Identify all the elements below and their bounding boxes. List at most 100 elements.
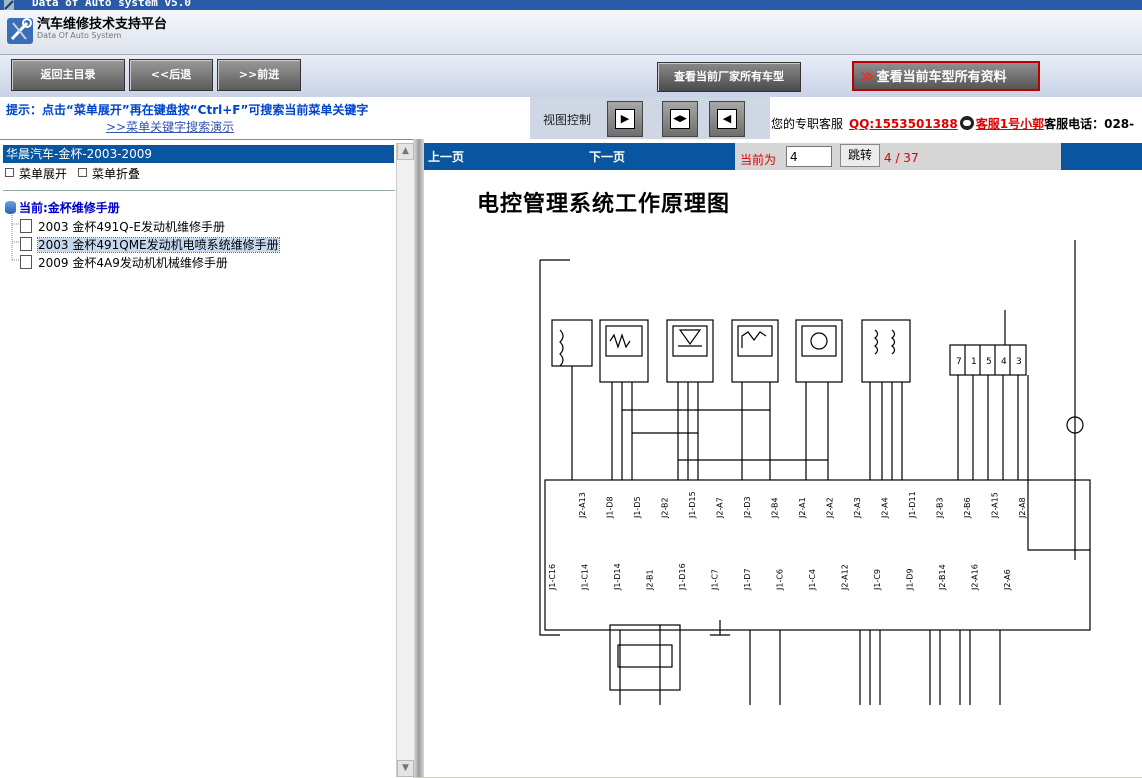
app-title: 汽车维修技术支持平台	[37, 17, 168, 32]
pin-label: J2-B4	[771, 497, 780, 519]
view-expand-right-button[interactable]: ▶	[607, 101, 643, 137]
qq-link[interactable]: QQ:1553501388	[849, 117, 958, 131]
pin-label: J2-A13	[578, 492, 587, 519]
pin-label: J2-B3	[936, 497, 945, 519]
pin-label: J2-D3	[743, 496, 752, 519]
next-page-link[interactable]: 下一页	[589, 148, 625, 165]
pin-label: J2-B2	[661, 497, 670, 519]
tree-item-491q-e[interactable]: 2003 金杯491Q-E发动机维修手册	[20, 218, 225, 235]
wrench-logo-icon	[7, 18, 33, 44]
app-header	[0, 10, 1142, 55]
view-expand-left-button[interactable]: ◀	[709, 101, 745, 137]
document-icon	[20, 237, 32, 251]
back-button[interactable]: <<后退	[129, 59, 213, 91]
tree-item-491qme[interactable]: 2003 金杯491QME发动机电喷系统维修手册	[20, 236, 280, 253]
phone-number: 028-	[1104, 117, 1135, 131]
split-arrows-icon: ◀▶	[670, 109, 690, 129]
search-demo-link[interactable]: >>菜单关键字搜索演示	[106, 118, 234, 135]
view-split-button[interactable]: ◀▶	[662, 101, 698, 137]
pin-label: J1-D9	[906, 568, 915, 591]
all-model-info-button[interactable]: ≫ 查看当前车型所有资料	[852, 61, 1040, 91]
app-icon	[4, 0, 14, 10]
menu-expand-label: 菜单展开	[19, 167, 68, 181]
pin-label: J2-A1	[798, 497, 807, 519]
service-agent-link[interactable]: 客服1号小郭	[976, 117, 1044, 131]
ecu-pins-top: J2-A13 J1-D8 J1-D5 J2-B2 J1-D15 J2-A7 J2-D3 J2-…	[578, 491, 1027, 519]
document-icon	[20, 219, 32, 233]
vehicle-title: 华晨汽车-金杯-2003-2009	[3, 145, 394, 163]
sidebar-divider	[3, 190, 395, 191]
wiring-diagram: J2-A13 J1-D8 J1-D5 J2-B2 J1-D15 J2-A7 J2-D3 J2-…	[539, 240, 1091, 705]
connector-pin-label: 7	[956, 357, 962, 367]
pin-label: J1-C14	[581, 564, 590, 591]
connector-pin-label: 3	[1016, 357, 1022, 367]
current-page-label: 当前为	[740, 153, 777, 167]
connector-pin-label: 1	[971, 357, 977, 367]
current-manual-node[interactable]: 当前:金杯维修手册	[5, 199, 120, 216]
menu-collapse-label: 菜单折叠	[92, 167, 141, 181]
connector-pin-label: 5	[986, 357, 992, 367]
jump-button[interactable]: 跳转	[840, 144, 880, 167]
pin-label: J1-D16	[678, 563, 687, 591]
pin-label: J1-C16	[548, 564, 557, 591]
document-icon	[20, 255, 32, 269]
document-title: 电控管理系统工作原理图	[477, 191, 731, 217]
home-button[interactable]: 返回主目录	[11, 59, 125, 91]
pin-label: J1-D8	[606, 496, 615, 519]
all-model-info-label: 查看当前车型所有资料	[876, 70, 1007, 85]
current-manual-label: 当前:金杯维修手册	[19, 201, 120, 215]
collapse-box-icon	[78, 168, 87, 177]
scroll-down-icon[interactable]: ▼	[397, 760, 414, 777]
service-label: 您的专职客服	[771, 117, 844, 131]
pin-label: J2-A12	[841, 564, 850, 591]
app-subtitle: Data Of Auto System	[37, 31, 122, 40]
qq-penguin-icon[interactable]	[959, 116, 974, 130]
pin-label: J2-A8	[1018, 497, 1027, 519]
pin-label: J1-D15	[688, 491, 697, 519]
search-hint: 提示：点击“菜单展开”再在键盘按“Ctrl+F”可搜索当前菜单关键字	[6, 103, 369, 117]
pin-label: J2-B1	[646, 569, 655, 591]
ecu-pins-bottom: J1-C16 J1-C14 J1-D14 J2-B1 J1-D16 J1-C7 J1-D7 J…	[548, 563, 1012, 591]
expand-box-icon	[5, 168, 14, 177]
pin-label: J2-B14	[938, 564, 947, 591]
tree-item-4a9[interactable]: 2009 金杯4A9发动机机械维修手册	[20, 254, 228, 271]
pin-label: J2-A16	[971, 564, 980, 591]
tree-item-label: 2003 金杯491Q-E发动机维修手册	[38, 220, 225, 234]
pin-label: J2-A15	[991, 492, 1000, 519]
view-control-label: 视图控制	[543, 113, 592, 127]
double-chevron-icon: ≫	[860, 69, 875, 85]
connector-pins: 71543	[956, 357, 1022, 367]
pin-label: J2-B6	[963, 497, 972, 519]
page-count: 4 / 37	[884, 151, 919, 165]
scroll-up-icon[interactable]: ▲	[397, 143, 414, 160]
pin-label: J1-D7	[743, 568, 752, 591]
pin-label: J1-D11	[908, 491, 917, 519]
window-title-bar: Data of Auto system v5.0	[0, 0, 1142, 10]
pin-label: J2-A6	[1003, 569, 1012, 591]
pin-label: J1-D14	[613, 563, 622, 591]
pin-label: J2-A2	[826, 497, 835, 519]
prev-page-link[interactable]: 上一页	[428, 148, 464, 165]
pin-label: J2-A3	[853, 497, 862, 519]
sidebar-scrollbar[interactable]: ▲ ▼	[396, 143, 414, 777]
customer-service-info: 您的专职客服 QQ:1553501388 客服1号小郭客服电话：028-	[771, 115, 1134, 132]
window-title: Data of Auto system v5.0	[32, 0, 191, 9]
page-number-input[interactable]	[786, 146, 832, 167]
tree-item-label: 2003 金杯491QME发动机电喷系统维修手册	[37, 237, 280, 253]
arrow-left-icon: ◀	[717, 109, 737, 129]
arrow-right-icon: ▶	[615, 109, 635, 129]
forward-button[interactable]: >>前进	[217, 59, 301, 91]
pin-label: J1-C6	[776, 569, 785, 591]
pin-label: J1-C9	[873, 569, 882, 591]
panel-splitter[interactable]	[414, 139, 424, 777]
connector-pin-label: 4	[1001, 357, 1007, 367]
tree-item-label: 2009 金杯4A9发动机机械维修手册	[38, 256, 228, 270]
menu-collapse-button[interactable]: 菜单折叠	[78, 165, 140, 182]
phone-label: 客服电话：	[1044, 117, 1105, 131]
pin-label: J1-C4	[808, 569, 817, 591]
pin-label: J1-C7	[711, 569, 720, 591]
menu-expand-button[interactable]: 菜单展开	[5, 165, 67, 182]
pin-label: J2-A4	[881, 497, 890, 519]
factory-models-button[interactable]: 查看当前厂家所有车型	[657, 62, 801, 92]
pin-label: J1-D5	[633, 496, 642, 519]
